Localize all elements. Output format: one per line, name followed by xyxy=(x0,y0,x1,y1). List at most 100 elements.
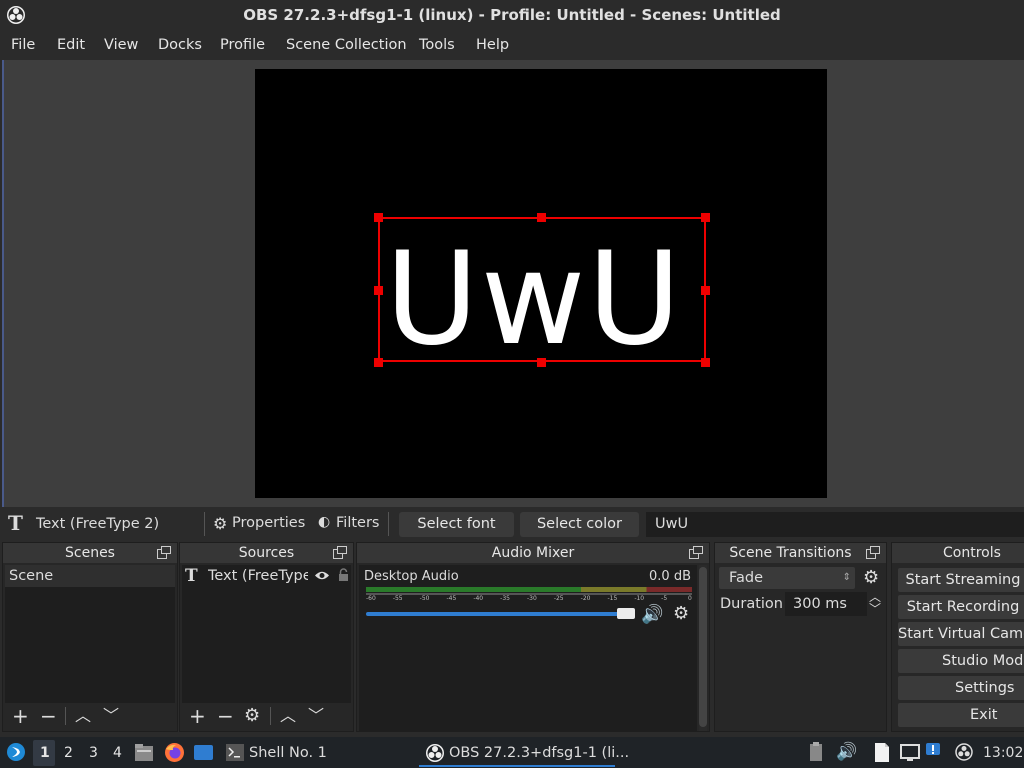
menu-profile[interactable]: Profile xyxy=(220,37,265,53)
move-up-icon[interactable]: ︿ xyxy=(75,705,91,727)
list-item[interactable]: Scene xyxy=(5,565,175,587)
menu-docks[interactable]: Docks xyxy=(158,37,202,53)
desktop-2[interactable]: 2 xyxy=(64,745,73,761)
sources-title: Sources xyxy=(238,545,295,561)
menu-view[interactable]: View xyxy=(104,37,138,53)
scrollbar-thumb[interactable] xyxy=(699,567,707,727)
volume-icon[interactable]: 🔊 xyxy=(836,742,857,762)
terminal-icon xyxy=(226,744,244,761)
divider xyxy=(204,512,205,536)
channel-name: Desktop Audio xyxy=(364,569,459,584)
menu-scene-collection[interactable]: Scene Collection xyxy=(286,37,407,53)
select-color-button[interactable]: Select color xyxy=(520,512,639,537)
scenes-dock: Scenes Scene + − ︿ ﹀ xyxy=(2,542,178,732)
gear-icon[interactable]: ⚙ xyxy=(863,567,879,588)
scenes-list[interactable]: Scene xyxy=(5,565,175,703)
duration-input[interactable]: 300 ms xyxy=(785,592,867,616)
obs-tray-icon[interactable] xyxy=(955,743,973,761)
notes-icon[interactable] xyxy=(873,742,891,763)
start-recording-button[interactable]: Start Recording xyxy=(898,595,1024,619)
clipboard-icon[interactable] xyxy=(808,742,824,762)
duration-stepper-down-icon[interactable]: ﹀ xyxy=(869,603,881,615)
lock-icon[interactable] xyxy=(338,568,349,582)
menu-file[interactable]: File xyxy=(11,37,35,53)
visibility-eye-icon[interactable] xyxy=(314,570,330,581)
network-icon[interactable] xyxy=(900,744,920,761)
start-streaming-button[interactable]: Start Streaming xyxy=(898,568,1024,592)
resize-handle[interactable] xyxy=(537,358,546,367)
file-manager-icon[interactable] xyxy=(134,743,154,762)
menu-tools[interactable]: Tools xyxy=(419,37,455,53)
task-obs[interactable]: OBS 27.2.3+dfsg1-1 (li... xyxy=(449,745,629,761)
audio-mixer-dock: Audio Mixer Desktop Audio 0.0 dB -60 -55 -… xyxy=(356,542,710,732)
sources-dock: Sources T Text (FreeType 2) + − ⚙ ︿ ﹀ xyxy=(179,542,354,732)
remove-icon[interactable]: − xyxy=(217,705,234,727)
source-context-bar: T Text (FreeType 2) ⚙ Properties ◐ Filte… xyxy=(0,508,1024,540)
source-name: Text (FreeType 2) xyxy=(208,568,308,584)
firefox-icon[interactable] xyxy=(164,742,185,763)
resize-handle[interactable] xyxy=(374,213,383,222)
exit-button[interactable]: Exit xyxy=(898,703,1024,727)
resize-handle[interactable] xyxy=(701,213,710,222)
text-source-icon: T xyxy=(185,566,198,586)
task-shell[interactable]: Shell No. 1 xyxy=(249,745,327,761)
settings-button[interactable]: Settings xyxy=(898,676,1024,700)
move-up-icon[interactable]: ︿ xyxy=(280,705,296,727)
volume-slider-handle[interactable] xyxy=(617,608,635,619)
undock-icon[interactable] xyxy=(333,546,347,559)
move-down-icon[interactable]: ﹀ xyxy=(103,705,119,727)
volume-slider-track[interactable] xyxy=(366,612,624,616)
start-virtual-camera-button[interactable]: Start Virtual Camera xyxy=(898,622,1024,646)
meter-tick-label: -60 xyxy=(366,595,376,602)
meter-tick-label: -20 xyxy=(580,595,591,602)
notification-icon[interactable] xyxy=(924,741,942,759)
resize-handle[interactable] xyxy=(701,358,710,367)
remove-icon[interactable]: − xyxy=(40,705,57,727)
transition-value: Fade xyxy=(729,570,764,586)
menu-edit[interactable]: Edit xyxy=(57,37,85,53)
transition-select[interactable]: Fade ⇕ xyxy=(719,567,855,589)
desktop-4[interactable]: 4 xyxy=(113,745,122,761)
gear-icon[interactable]: ⚙ xyxy=(673,603,689,624)
meter-tick-label: -45 xyxy=(446,595,457,602)
selection-box[interactable] xyxy=(378,217,706,362)
resize-handle[interactable] xyxy=(374,358,383,367)
text-input[interactable]: UwU xyxy=(646,512,1024,537)
select-font-button[interactable]: Select font xyxy=(399,512,514,537)
sources-list[interactable]: T Text (FreeType 2) xyxy=(182,565,351,703)
undock-icon[interactable] xyxy=(689,546,703,559)
meter-tick-label: -40 xyxy=(473,595,484,602)
add-icon[interactable]: + xyxy=(189,705,206,727)
desktop-icon[interactable] xyxy=(193,744,214,761)
meter-tick-label: -5 xyxy=(661,595,668,602)
resize-handle[interactable] xyxy=(701,286,710,295)
gear-icon: ⚙ xyxy=(213,514,228,533)
volume-db-readout: 0.0 dB xyxy=(649,569,691,584)
controls-title: Controls xyxy=(943,545,1001,561)
list-item[interactable]: T Text (FreeType 2) xyxy=(182,565,351,587)
studio-mode-button[interactable]: Studio Mode xyxy=(898,649,1024,673)
scenes-title: Scenes xyxy=(65,545,115,561)
move-down-icon[interactable]: ﹀ xyxy=(308,705,324,727)
sources-toolbar: + − ⚙ ︿ ﹀ xyxy=(182,703,351,729)
divider xyxy=(65,707,66,725)
properties-button[interactable]: Properties xyxy=(232,515,305,531)
menu-bar: File Edit View Docks Profile Scene Colle… xyxy=(0,30,1024,60)
add-icon[interactable]: + xyxy=(12,705,29,727)
desktop-1[interactable]: 1 xyxy=(40,745,50,761)
desktop-3[interactable]: 3 xyxy=(89,745,98,761)
scrollbar[interactable] xyxy=(699,565,707,731)
menu-help[interactable]: Help xyxy=(476,37,509,53)
obs-icon xyxy=(426,744,444,762)
clock[interactable]: 13:02 xyxy=(983,745,1023,761)
start-menu-icon[interactable] xyxy=(6,742,26,762)
gear-icon[interactable]: ⚙ xyxy=(244,705,260,727)
spin-arrows-icon: ⇕ xyxy=(842,572,851,583)
resize-handle[interactable] xyxy=(374,286,383,295)
undock-icon[interactable] xyxy=(157,546,171,559)
meter-tick-label: 0 xyxy=(688,595,692,602)
undock-icon[interactable] xyxy=(866,546,880,559)
resize-handle[interactable] xyxy=(537,213,546,222)
filters-button[interactable]: Filters xyxy=(336,515,379,531)
speaker-icon[interactable]: 🔊 xyxy=(641,604,663,625)
